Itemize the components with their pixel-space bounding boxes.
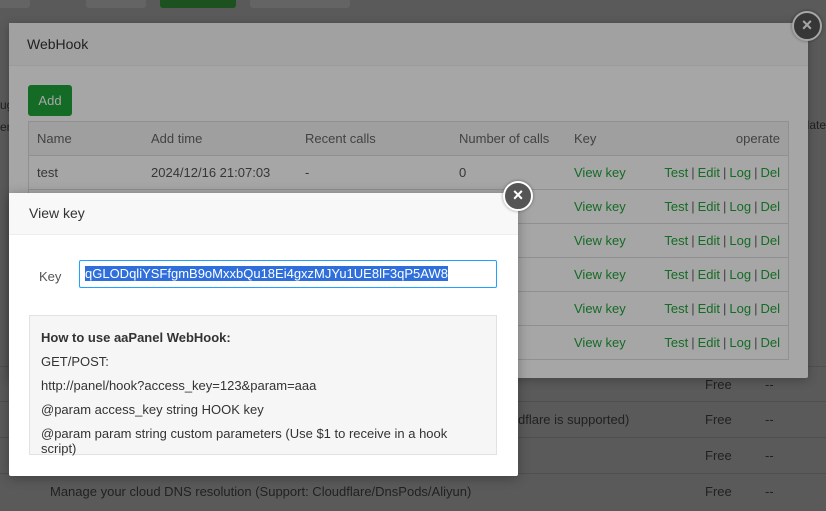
help-line: @param param string custom parameters (U… bbox=[41, 426, 448, 456]
key-value-selected: qGLODqliYSFfgmB9oMxxbQu18Ei4gxzMJYu1UE8l… bbox=[85, 266, 448, 281]
help-line: @param access_key string HOOK key bbox=[41, 402, 264, 417]
view-key-close-icon[interactable]: × bbox=[503, 181, 533, 211]
help-title: How to use aaPanel WebHook: bbox=[41, 330, 231, 345]
webhook-help-box: How to use aaPanel WebHook: GET/POST: ht… bbox=[29, 315, 497, 456]
view-key-dialog: View key Key qGLODqliYSFfgmB9oMxxbQu18Ei… bbox=[9, 193, 518, 476]
help-line: http://panel/hook?access_key=123&param=a… bbox=[41, 378, 317, 393]
key-label: Key bbox=[39, 269, 62, 284]
key-field[interactable]: qGLODqliYSFfgmB9oMxxbQu18Ei4gxzMJYu1UE8l… bbox=[79, 260, 497, 288]
help-line: GET/POST: bbox=[41, 354, 109, 369]
view-key-dialog-title: View key bbox=[9, 193, 518, 235]
